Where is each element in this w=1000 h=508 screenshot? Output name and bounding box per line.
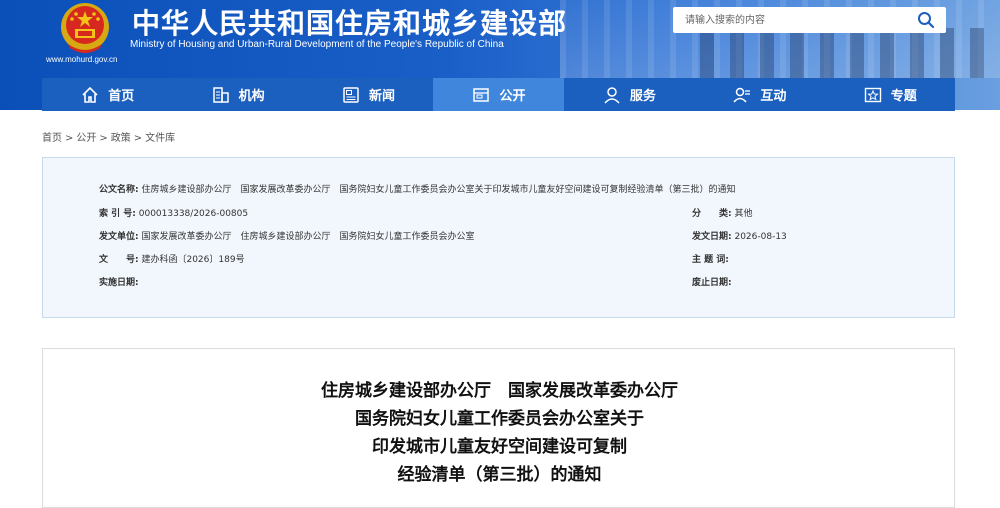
info-row-index: 索 引 号: 000013338/2026-00805 bbox=[99, 206, 248, 219]
breadcrumb: 首页 > 公开 > 政策 > 文件库 bbox=[42, 129, 175, 144]
search-box bbox=[673, 7, 946, 33]
breadcrumb-separator: > bbox=[99, 133, 108, 144]
nav-item-interaction[interactable]: 互动 bbox=[694, 78, 824, 111]
nav-item-service[interactable]: 服务 bbox=[564, 78, 694, 111]
document-title-line: 印发城市儿童友好空间建设可复制 bbox=[372, 437, 627, 457]
nav-item-label: 公开 bbox=[499, 89, 526, 104]
issuer-value: 国家发展改革委办公厅 住房城乡建设部办公厅 国务院妇女儿童工作委员会办公室 bbox=[141, 232, 475, 242]
category-label: 分 类: bbox=[692, 209, 732, 219]
folder-icon bbox=[473, 87, 490, 102]
doc-name-label: 公文名称: bbox=[99, 185, 139, 195]
nav-item-topics[interactable]: 专题 bbox=[825, 78, 955, 111]
home-icon bbox=[82, 86, 98, 103]
breadcrumb-policy[interactable]: 政策 bbox=[111, 133, 131, 144]
news-icon bbox=[343, 86, 359, 103]
main-nav: 首页 机构 新闻 公开 服务 互动 专题 bbox=[42, 78, 955, 111]
info-row-doc-name: 公文名称: 住房城乡建设部办公厅 国家发展改革委办公厅 国务院妇女儿童工作委员会… bbox=[99, 182, 736, 195]
subject-label: 主 题 词: bbox=[692, 255, 729, 265]
nav-item-news[interactable]: 新闻 bbox=[303, 78, 433, 111]
document-info-box: 公文名称: 住房城乡建设部办公厅 国家发展改革委办公厅 国务院妇女儿童工作委员会… bbox=[42, 157, 955, 318]
breadcrumb-public[interactable]: 公开 bbox=[76, 133, 96, 144]
nav-item-home[interactable]: 首页 bbox=[42, 78, 172, 111]
nav-item-organization[interactable]: 机构 bbox=[172, 78, 302, 111]
doc-name-value: 住房城乡建设部办公厅 国家发展改革委办公厅 国务院妇女儿童工作委员会办公室关于印… bbox=[141, 185, 736, 195]
issue-date-label: 发文日期: bbox=[692, 232, 732, 242]
breadcrumb-separator: > bbox=[65, 133, 74, 144]
info-row-issuer: 发文单位: 国家发展改革委办公厅 住房城乡建设部办公厅 国务院妇女儿童工作委员会… bbox=[99, 229, 475, 242]
search-icon[interactable] bbox=[916, 10, 936, 30]
header-building-windows bbox=[700, 28, 1000, 78]
nav-item-public[interactable]: 公开 bbox=[433, 78, 564, 111]
nav-item-label: 服务 bbox=[629, 89, 656, 104]
building-icon bbox=[212, 86, 229, 103]
nav-item-label: 机构 bbox=[238, 89, 265, 104]
breadcrumb-home[interactable]: 首页 bbox=[42, 133, 62, 144]
nav-item-label: 互动 bbox=[760, 89, 787, 104]
expiry-date-label: 废止日期: bbox=[692, 278, 732, 288]
doc-number-value: 建办科函〔2026〕189号 bbox=[141, 255, 245, 265]
issue-date-value: 2026-08-13 bbox=[734, 232, 787, 242]
document-title-line: 住房城乡建设部办公厅 国家发展改革委办公厅 bbox=[321, 381, 678, 401]
star-icon bbox=[864, 87, 881, 102]
breadcrumb-library[interactable]: 文件库 bbox=[145, 133, 175, 144]
nav-item-label: 首页 bbox=[108, 89, 135, 104]
info-row-date: 发文日期: 2026-08-13 bbox=[692, 229, 787, 242]
info-row-number: 文 号: 建办科函〔2026〕189号 bbox=[99, 252, 245, 265]
info-row-expiry: 废止日期: bbox=[692, 275, 732, 288]
national-emblem-icon[interactable] bbox=[56, 2, 114, 54]
breadcrumb-separator: > bbox=[133, 133, 143, 144]
index-label: 索 引 号: bbox=[99, 209, 136, 219]
index-value: 000013338/2026-00805 bbox=[138, 209, 249, 219]
document-title-line: 经验清单（第三批）的通知 bbox=[397, 465, 602, 485]
info-row-subject: 主 题 词: bbox=[692, 252, 729, 265]
search-input[interactable] bbox=[685, 7, 905, 33]
effective-date-label: 实施日期: bbox=[99, 278, 139, 288]
document-title: 住房城乡建设部办公厅 国家发展改革委办公厅 国务院妇女儿童工作委员会办公室关于 … bbox=[43, 377, 956, 489]
site-url: www.mohurd.gov.cn bbox=[46, 55, 118, 64]
category-value: 其他 bbox=[734, 209, 753, 219]
interaction-icon bbox=[733, 87, 751, 103]
info-row-category: 分 类: 其他 bbox=[692, 206, 753, 219]
user-service-icon bbox=[604, 86, 620, 104]
info-row-effective: 实施日期: bbox=[99, 275, 139, 288]
document-body: 住房城乡建设部办公厅 国家发展改革委办公厅 国务院妇女儿童工作委员会办公室关于 … bbox=[42, 348, 955, 508]
doc-number-label: 文 号: bbox=[99, 255, 139, 265]
site-subtitle: Ministry of Housing and Urban-Rural Deve… bbox=[130, 39, 504, 50]
nav-item-label: 专题 bbox=[890, 89, 917, 104]
site-title[interactable]: 中华人民共和国住房和城乡建设部 bbox=[132, 2, 567, 42]
document-title-line: 国务院妇女儿童工作委员会办公室关于 bbox=[355, 409, 644, 429]
issuer-label: 发文单位: bbox=[99, 232, 139, 242]
nav-item-label: 新闻 bbox=[369, 89, 396, 104]
